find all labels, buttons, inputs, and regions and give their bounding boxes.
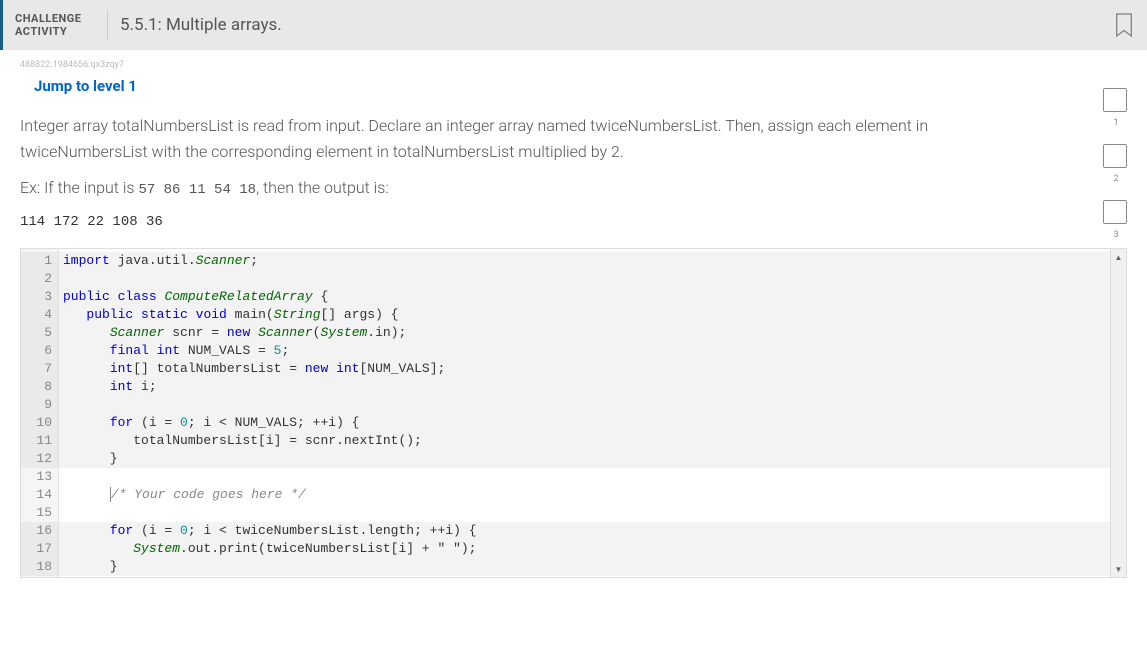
line-number: 11 [21,432,58,450]
code-line: } [59,450,1110,468]
code-line [59,396,1110,414]
code-line: } [59,558,1110,576]
code-line: int[] totalNumbersList = new int[NUM_VAL… [59,360,1110,378]
code-editor[interactable]: 123456789101112131415161718 import java.… [20,248,1127,578]
example-prefix: Ex: If the input is [20,178,138,197]
step-number: 3 [1103,230,1129,240]
code-line: import java.util.Scanner; [59,252,1110,270]
line-number: 10 [21,414,58,432]
code-line: Scanner scnr = new Scanner(System.in); [59,324,1110,342]
bookmark-icon[interactable] [1113,12,1135,38]
header-divider [107,10,108,40]
code-line: System.out.print(twiceNumbersList[i] + "… [59,540,1110,558]
line-number: 8 [21,378,58,396]
content-area: 488822.1984656.qx3zqy7 Jump to level 1 I… [0,50,1147,578]
code-line[interactable]: /* Your code goes here */ [59,486,1110,504]
line-number: 18 [21,558,58,576]
example-output: 114 172 22 108 36 [20,214,1127,230]
line-number: 14 [21,486,58,504]
code-line: final int NUM_VALS = 5; [59,342,1110,360]
line-number: 1 [21,252,58,270]
code-line: int i; [59,378,1110,396]
line-number: 5 [21,324,58,342]
example-suffix: , then the output is: [256,178,389,197]
code-line: for (i = 0; i < NUM_VALS; ++i) { [59,414,1110,432]
code-line: totalNumbersList[i] = scnr.nextInt(); [59,432,1110,450]
code-line: public class ComputeRelatedArray { [59,288,1110,306]
example-input: 57 86 11 54 18 [138,182,256,198]
code-content[interactable]: import java.util.Scanner; public class Co… [59,249,1110,577]
line-number: 16 [21,522,58,540]
step-box-2[interactable] [1103,144,1127,168]
line-number: 2 [21,270,58,288]
activity-id: 488822.1984656.qx3zqy7 [20,60,1127,70]
line-number: 6 [21,342,58,360]
vertical-scrollbar[interactable]: ▲ ▼ [1110,249,1126,577]
line-number: 3 [21,288,58,306]
line-number: 7 [21,360,58,378]
line-number-gutter: 123456789101112131415161718 [21,249,59,577]
code-line[interactable] [59,468,1110,486]
code-line: public static void main(String[] args) { [59,306,1110,324]
code-line: for (i = 0; i < twiceNumbersList.length;… [59,522,1110,540]
challenge-activity-label: CHALLENGEACTIVITY [15,12,95,38]
line-number: 15 [21,504,58,522]
challenge-header: CHALLENGEACTIVITY 5.5.1: Multiple arrays… [0,0,1147,50]
line-number: 4 [21,306,58,324]
prompt-text: Integer array totalNumbersList is read f… [20,113,1000,164]
line-number: 17 [21,540,58,558]
line-number: 12 [21,450,58,468]
activity-title: 5.5.1: Multiple arrays. [120,15,282,35]
scroll-down-arrow[interactable]: ▼ [1111,561,1126,577]
line-number: 13 [21,468,58,486]
step-box-3[interactable] [1103,200,1127,224]
jump-to-level-link[interactable]: Jump to level 1 [34,77,137,95]
step-number: 1 [1103,118,1129,128]
code-line[interactable] [59,504,1110,522]
code-line [59,270,1110,288]
example-line: Ex: If the input is 57 86 11 54 18, then… [20,178,1127,198]
steps-sidebar: 1 2 3 [1103,88,1129,256]
step-number: 2 [1103,174,1129,184]
step-box-1[interactable] [1103,88,1127,112]
line-number: 9 [21,396,58,414]
